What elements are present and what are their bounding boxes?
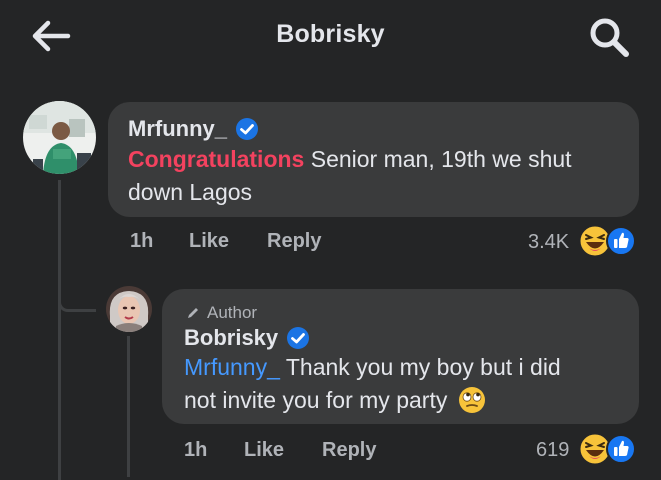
comment-text-line1: Senior man, 19th we shut <box>304 146 572 172</box>
highlight-word: Congratulations <box>128 146 305 172</box>
like-button[interactable]: Like <box>189 230 229 253</box>
top-app-bar: Bobrisky <box>0 0 661 72</box>
verified-badge-icon <box>235 117 259 141</box>
page-title: Bobrisky <box>276 20 385 48</box>
reaction-count[interactable]: 619 <box>536 439 569 462</box>
author-tag-label: Author <box>207 303 258 322</box>
reply-text-line2: not invite you for my party <box>184 387 448 413</box>
reply-avatar[interactable] <box>106 286 152 332</box>
search-button[interactable] <box>586 16 632 58</box>
reply-bubble[interactable]: Author Bobrisky Mrfunny_ Thank you my bo… <box>162 289 639 424</box>
reply-text-line1: Thank you my boy but i did <box>279 354 561 380</box>
comment-text-line2: down Lagos <box>128 179 253 205</box>
like-button[interactable]: Like <box>244 439 284 462</box>
comment-bubble[interactable]: Mrfunny_ Congratulations Senior man, 19t… <box>108 102 639 217</box>
thread-connector <box>58 300 96 312</box>
comment-text: Congratulations Senior man, 19th we shut… <box>128 143 628 209</box>
thread-line-main <box>58 180 61 480</box>
comment-timestamp: 1h <box>130 230 154 252</box>
comment-author-name[interactable]: Mrfunny_ <box>128 116 227 142</box>
like-icon <box>606 226 636 256</box>
reaction-icons[interactable] <box>578 432 636 466</box>
reaction-count[interactable]: 3.4K <box>528 231 569 254</box>
eye-roll-emoji-icon <box>458 387 485 413</box>
mention-link[interactable]: Mrfunny_ <box>184 354 280 380</box>
reply-button[interactable]: Reply <box>322 439 376 462</box>
avatar[interactable] <box>23 101 96 174</box>
search-icon <box>590 18 629 57</box>
verified-badge-icon <box>286 326 310 350</box>
like-icon <box>606 434 636 464</box>
reply-button[interactable]: Reply <box>267 230 321 253</box>
reaction-icons[interactable] <box>578 224 636 258</box>
reply-author-name[interactable]: Bobrisky <box>184 325 278 351</box>
reply-text: Mrfunny_ Thank you my boy but i did not … <box>184 351 634 417</box>
author-tag: Author <box>186 303 257 323</box>
reply-timestamp: 1h <box>184 439 208 461</box>
pencil-icon <box>188 308 198 318</box>
